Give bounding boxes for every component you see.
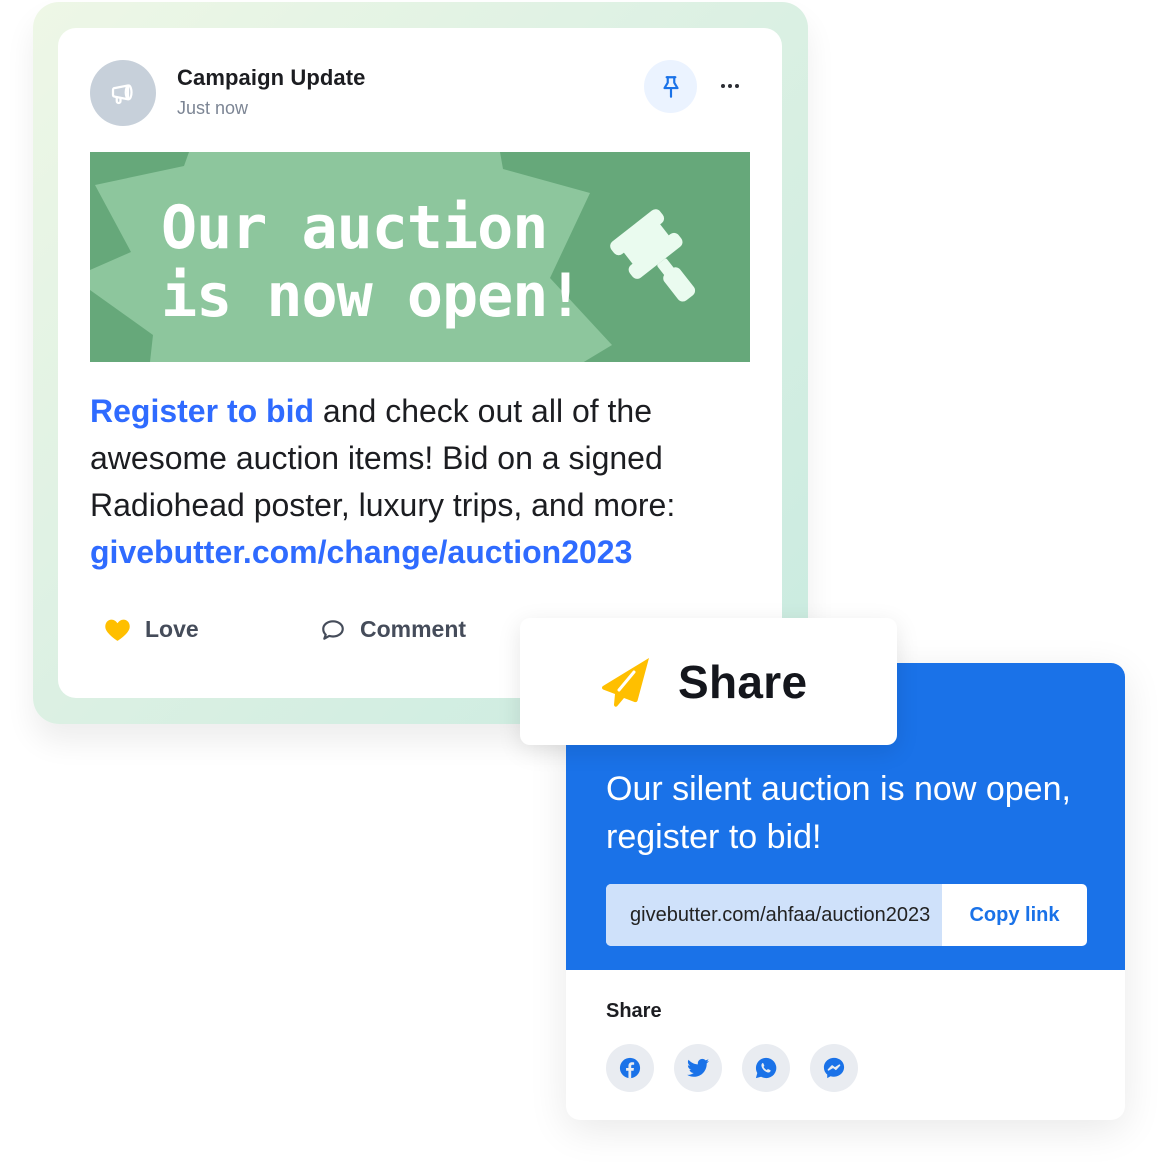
post-timestamp: Just now [177,98,249,118]
gavel-icon [610,209,696,302]
more-horizontal-icon [721,84,725,88]
comment-label: Comment [360,616,467,642]
post-card: Campaign Update Just now Our auction is … [58,28,782,698]
whatsapp-icon [755,1057,777,1079]
post-body: Register to bid and check out all of the… [90,388,750,576]
social-share-buttons [606,1044,858,1092]
twitter-icon [687,1058,709,1077]
share-link-input[interactable] [606,884,942,946]
pin-icon [662,75,679,98]
auction-banner-image: Our auction is now open! [90,152,750,362]
facebook-share-button[interactable] [606,1044,654,1092]
messenger-icon [823,1057,845,1079]
avatar [90,60,156,126]
comment-icon [322,619,344,640]
pin-button[interactable] [644,60,697,113]
post-title: Campaign Update [177,65,366,90]
auction-url-link[interactable]: givebutter.com/change/auction2023 [90,534,632,570]
share-section-label: Share [606,1000,662,1022]
whatsapp-share-button[interactable] [742,1044,790,1092]
share-heading: Our silent auction is now open, register… [606,770,1071,856]
copy-link-button[interactable]: Copy link [942,884,1087,946]
heart-icon [105,619,130,641]
share-tab-label: Share [678,655,808,708]
paper-plane-icon [602,657,649,707]
comment-button[interactable]: Comment [320,616,466,643]
twitter-share-button[interactable] [674,1044,722,1092]
love-button[interactable]: Love [104,616,199,643]
banner-headline-line1: Our auction [161,193,548,263]
register-to-bid-link[interactable]: Register to bid [90,393,314,429]
banner-headline-line2: is now open! [161,261,583,331]
megaphone-icon [111,84,133,105]
share-link-box: Copy link [606,884,1087,946]
love-label: Love [145,616,199,642]
more-options-button[interactable] [714,72,746,100]
share-tab[interactable]: Share [520,618,897,745]
facebook-icon [619,1057,641,1079]
messenger-share-button[interactable] [810,1044,858,1092]
